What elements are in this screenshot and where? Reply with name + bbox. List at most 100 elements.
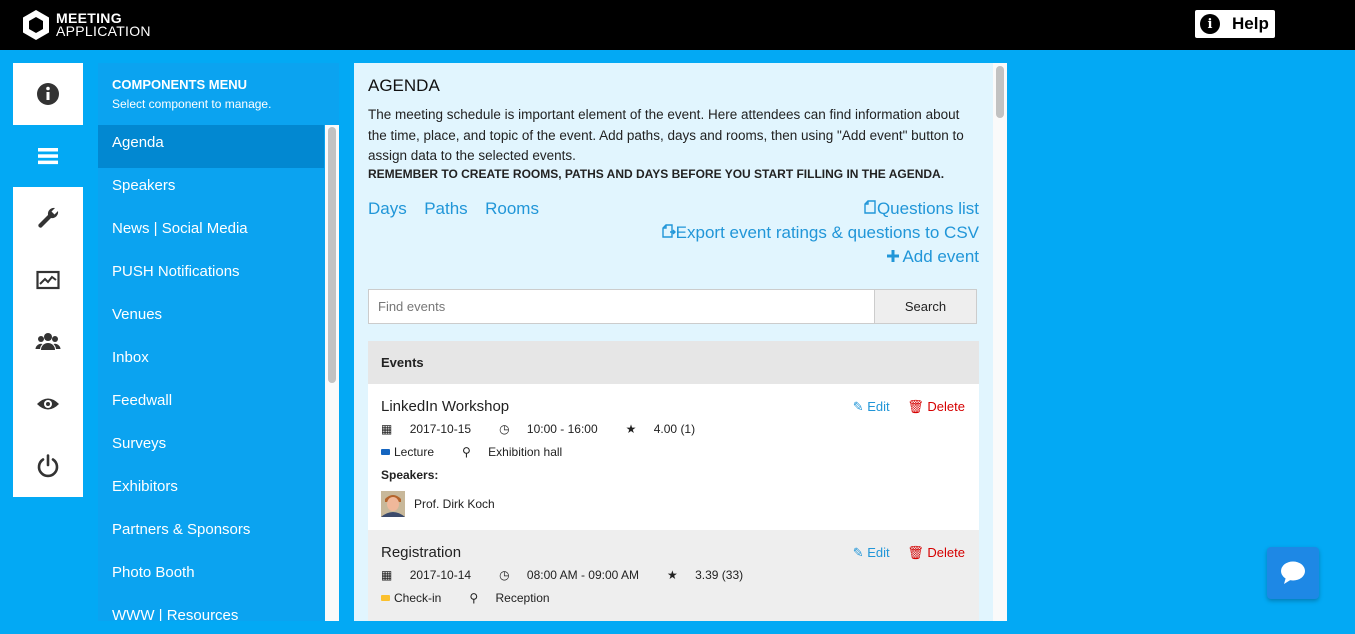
edit-button[interactable]: ✎ Edit [853, 399, 890, 414]
menu-item-push[interactable]: PUSH Notifications [98, 254, 324, 297]
rooms-link[interactable]: Rooms [485, 199, 539, 218]
folder-icon [381, 449, 390, 455]
components-list: Agenda Speakers News | Social Media PUSH… [98, 125, 324, 621]
components-menu-title: COMPONENTS MENU [112, 77, 248, 92]
event-time-text: 10:00 - 16:00 [526, 422, 598, 436]
days-link[interactable]: Days [368, 199, 407, 218]
delete-label: Delete [927, 545, 965, 560]
menu-item-agenda[interactable]: Agenda [98, 125, 324, 168]
avatar [381, 491, 405, 517]
event-rating-text: 4.00 (1) [653, 422, 696, 436]
event-room: ⚲ Exhibition hall [462, 445, 576, 459]
speakers-label: Speakers: [381, 468, 439, 482]
scrollbar-thumb[interactable] [328, 127, 336, 383]
help-label: Help [1232, 14, 1269, 33]
event-date: ▦ 2017-10-14 [381, 568, 485, 582]
calendar-icon: ▦ [381, 422, 393, 436]
event-search: Search [368, 289, 977, 324]
document-icon [864, 199, 876, 214]
search-button[interactable]: Search [875, 289, 977, 324]
components-scrollbar[interactable] [325, 125, 339, 621]
pencil-icon: ✎ [852, 545, 864, 560]
export-csv-link[interactable]: Export event ratings & questions to CSV [661, 222, 979, 243]
wrench-icon [38, 207, 59, 228]
trash-icon: 🗑 [907, 399, 924, 414]
top-bar: MEETING APPLICATION i Help [0, 0, 1355, 50]
event-time-text: 08:00 AM - 09:00 AM [526, 568, 639, 582]
menu-item-speakers[interactable]: Speakers [98, 168, 324, 211]
rail-info[interactable] [13, 63, 83, 125]
rail-logout[interactable] [13, 435, 83, 497]
event-date: ▦ 2017-10-15 [381, 422, 485, 436]
menu-item-surveys[interactable]: Surveys [98, 426, 324, 469]
pencil-icon: ✎ [852, 399, 864, 414]
hexagon-logo-icon [23, 10, 49, 40]
export-csv-label: Export event ratings & questions to CSV [675, 222, 979, 242]
event-time: ◷ 10:00 - 16:00 [499, 422, 612, 436]
menu-item-venues[interactable]: Venues [98, 297, 324, 340]
info-circle-icon: i [1200, 14, 1220, 34]
menu-item-partners[interactable]: Partners & Sponsors [98, 512, 324, 555]
edit-button[interactable]: ✎ Edit [853, 545, 890, 560]
menu-item-www[interactable]: WWW | Resources [98, 598, 324, 621]
agenda-panel: AGENDA The meeting schedule is important… [354, 63, 1007, 621]
info-icon [37, 83, 59, 105]
edit-label: Edit [867, 545, 890, 560]
folder-icon [381, 595, 390, 601]
event-title: Registration [381, 544, 462, 561]
add-event-button[interactable]: Add event [886, 246, 979, 267]
search-input[interactable] [368, 289, 875, 324]
event-path-text: Lecture [394, 445, 435, 459]
event-row[interactable]: LinkedIn Workshop ✎ Edit 🗑 Delete ▦ 2017… [368, 384, 979, 530]
menu-item-feedwall[interactable]: Feedwall [98, 383, 324, 426]
agenda-scrollbar[interactable] [993, 63, 1007, 621]
app-logo[interactable]: MEETING APPLICATION [22, 9, 151, 41]
help-button[interactable]: i Help [1195, 10, 1275, 38]
users-icon [35, 333, 61, 350]
scrollbar-thumb[interactable] [996, 66, 1004, 118]
event-title: LinkedIn Workshop [381, 398, 510, 415]
delete-button[interactable]: 🗑 Delete [907, 545, 965, 560]
events-header: Events [368, 341, 979, 384]
star-icon: ★ [666, 568, 678, 582]
trash-icon: 🗑 [907, 545, 924, 560]
components-menu: COMPONENTS MENU Select component to mana… [98, 63, 339, 621]
event-room-text: Reception [495, 591, 550, 605]
plus-icon [886, 249, 899, 262]
event-row[interactable]: Registration ✎ Edit 🗑 Delete ▦ 2017-10-1… [368, 530, 979, 621]
rail-users[interactable] [13, 311, 83, 373]
event-rating: ★ 3.39 (33) [667, 568, 757, 582]
event-path-text: Check-in [394, 591, 442, 605]
rail-settings[interactable] [13, 187, 83, 249]
speaker-item[interactable]: Prof. Dirk Koch [381, 491, 495, 517]
questions-list-label: Questions list [876, 198, 979, 218]
questions-list-link[interactable]: Questions list [864, 199, 979, 219]
paths-link[interactable]: Paths [424, 199, 467, 218]
rail-menu[interactable] [13, 125, 83, 187]
delete-button[interactable]: 🗑 Delete [907, 399, 965, 414]
delete-label: Delete [927, 399, 965, 414]
rail-stats[interactable] [13, 249, 83, 311]
event-room: ⚲ Reception [469, 591, 563, 605]
edit-label: Edit [867, 399, 890, 414]
menu-item-exhibitors[interactable]: Exhibitors [98, 469, 324, 512]
speaker-name: Prof. Dirk Koch [414, 497, 495, 511]
clock-icon: ◷ [499, 422, 510, 436]
event-date-text: 2017-10-14 [409, 568, 472, 582]
menu-item-inbox[interactable]: Inbox [98, 340, 324, 383]
menu-item-news-social[interactable]: News | Social Media [98, 211, 324, 254]
icon-rail [13, 63, 83, 497]
rail-preview[interactable] [13, 373, 83, 435]
event-path: Lecture [381, 445, 448, 459]
eye-icon [37, 398, 59, 410]
event-time: ◷ 08:00 AM - 09:00 AM [499, 568, 653, 582]
agenda-description: The meeting schedule is important elemen… [368, 107, 964, 163]
menu-item-photo-booth[interactable]: Photo Booth [98, 555, 324, 598]
event-path: Check-in [381, 591, 455, 605]
agenda-links: Days Paths Rooms Questions list Export e… [368, 199, 979, 269]
add-event-label: Add event [902, 246, 979, 266]
event-room-text: Exhibition hall [488, 445, 563, 459]
chat-button[interactable] [1267, 547, 1319, 599]
event-rating-text: 3.39 (33) [695, 568, 744, 582]
export-document-icon [661, 223, 676, 238]
